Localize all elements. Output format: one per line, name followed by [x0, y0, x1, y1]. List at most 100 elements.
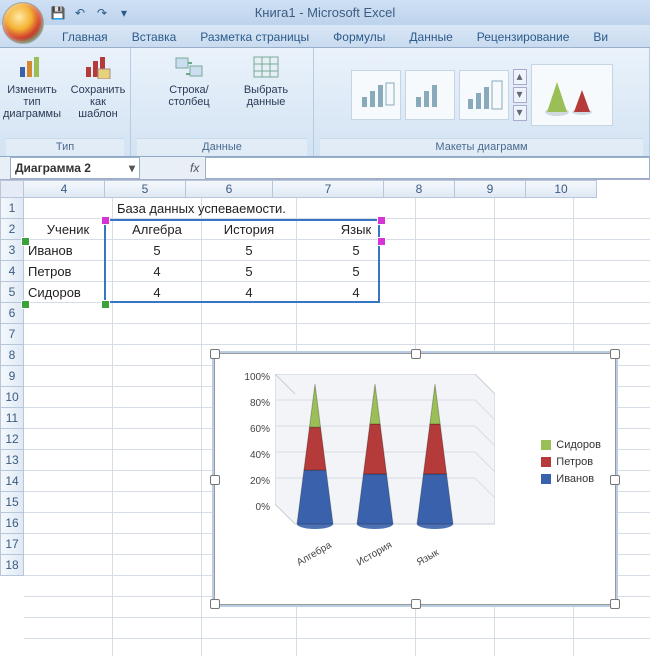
cell[interactable]: История — [202, 219, 297, 240]
cell[interactable]: База данных успеваемости. — [113, 198, 202, 219]
cell[interactable] — [416, 639, 495, 656]
cell[interactable] — [495, 303, 574, 324]
row-header[interactable]: 4 — [0, 261, 24, 282]
resize-handle[interactable] — [411, 349, 421, 359]
resize-handle[interactable] — [610, 599, 620, 609]
undo-icon[interactable]: ↶ — [72, 5, 88, 21]
cone-series[interactable] — [290, 374, 340, 534]
chart-legend[interactable]: Сидоров Петров Иванов — [541, 434, 601, 490]
row-header[interactable]: 8 — [0, 345, 24, 366]
cell[interactable] — [574, 261, 650, 282]
cell[interactable] — [416, 618, 495, 639]
gallery-up-icon[interactable]: ▴ — [513, 69, 527, 85]
cell[interactable] — [202, 639, 297, 656]
row-header[interactable]: 13 — [0, 450, 24, 471]
cell[interactable] — [297, 618, 416, 639]
cell[interactable] — [574, 303, 650, 324]
cell[interactable] — [416, 303, 495, 324]
tab-home[interactable]: Главная — [50, 27, 120, 47]
row-header[interactable]: 18 — [0, 555, 24, 576]
save-icon[interactable]: 💾 — [50, 5, 66, 21]
resize-handle[interactable] — [610, 475, 620, 485]
row-header[interactable]: 15 — [0, 492, 24, 513]
column-header[interactable]: 7 — [273, 180, 384, 198]
row-header[interactable]: 14 — [0, 471, 24, 492]
cell[interactable] — [24, 471, 113, 492]
cell[interactable] — [416, 198, 495, 219]
cell[interactable] — [495, 240, 574, 261]
tab-data[interactable]: Данные — [397, 27, 464, 47]
gallery-more-icon[interactable]: ▾ — [513, 105, 527, 121]
cell[interactable]: 5 — [202, 261, 297, 282]
cell[interactable] — [24, 303, 113, 324]
resize-handle[interactable] — [210, 599, 220, 609]
cell[interactable] — [24, 492, 113, 513]
cell[interactable] — [24, 576, 113, 597]
tab-page-layout[interactable]: Разметка страницы — [188, 27, 321, 47]
tab-view-truncated[interactable]: Ви — [581, 27, 620, 47]
cell[interactable] — [495, 219, 574, 240]
cell[interactable] — [24, 450, 113, 471]
cell[interactable] — [24, 324, 113, 345]
cell[interactable] — [113, 366, 202, 387]
cell[interactable] — [113, 492, 202, 513]
cell[interactable] — [574, 219, 650, 240]
cell[interactable] — [416, 240, 495, 261]
cell[interactable] — [574, 198, 650, 219]
cell[interactable] — [113, 408, 202, 429]
cell[interactable] — [574, 240, 650, 261]
cell[interactable] — [113, 534, 202, 555]
plot-area[interactable] — [275, 374, 495, 544]
cell[interactable] — [113, 513, 202, 534]
cell[interactable] — [113, 303, 202, 324]
cell[interactable] — [297, 639, 416, 656]
cell[interactable] — [113, 450, 202, 471]
cell[interactable] — [495, 618, 574, 639]
cell[interactable] — [574, 618, 650, 639]
cell[interactable] — [416, 324, 495, 345]
column-header[interactable]: 6 — [186, 180, 273, 198]
row-header[interactable]: 12 — [0, 429, 24, 450]
name-box[interactable]: Диаграмма 2 ▾ — [10, 157, 140, 179]
cell[interactable] — [24, 618, 113, 639]
cell[interactable] — [113, 597, 202, 618]
resize-handle[interactable] — [210, 475, 220, 485]
cell[interactable] — [297, 198, 416, 219]
cell[interactable]: 4 — [297, 282, 416, 303]
cone-series[interactable] — [410, 374, 460, 534]
cell[interactable] — [24, 366, 113, 387]
column-header[interactable]: 10 — [526, 180, 597, 198]
cell[interactable] — [416, 261, 495, 282]
cell[interactable] — [113, 345, 202, 366]
cone-series[interactable] — [350, 374, 400, 534]
cell[interactable] — [113, 471, 202, 492]
cell[interactable] — [24, 513, 113, 534]
cell[interactable] — [574, 324, 650, 345]
cell[interactable] — [202, 303, 297, 324]
cell[interactable] — [24, 597, 113, 618]
cell[interactable] — [495, 198, 574, 219]
change-chart-type-button[interactable]: Изменить тип диаграммы — [3, 52, 61, 120]
office-button[interactable] — [2, 2, 44, 44]
cell[interactable] — [24, 345, 113, 366]
select-data-button[interactable]: Выбрать данные — [237, 52, 295, 108]
layout-thumb[interactable] — [459, 70, 509, 120]
cell[interactable]: 5 — [202, 240, 297, 261]
row-header[interactable]: 1 — [0, 198, 24, 219]
row-header[interactable]: 17 — [0, 534, 24, 555]
redo-icon[interactable]: ↷ — [94, 5, 110, 21]
qat-more-icon[interactable]: ▾ — [116, 5, 132, 21]
cell[interactable] — [24, 534, 113, 555]
cell[interactable] — [24, 429, 113, 450]
cell[interactable] — [113, 618, 202, 639]
cell[interactable] — [113, 576, 202, 597]
cell[interactable] — [416, 282, 495, 303]
row-header[interactable]: 11 — [0, 408, 24, 429]
cell[interactable] — [202, 618, 297, 639]
cell[interactable]: 5 — [297, 240, 416, 261]
cell[interactable]: Петров — [24, 261, 113, 282]
cell[interactable] — [24, 639, 113, 656]
column-header[interactable]: 8 — [384, 180, 455, 198]
cell[interactable] — [297, 324, 416, 345]
cell[interactable] — [24, 408, 113, 429]
